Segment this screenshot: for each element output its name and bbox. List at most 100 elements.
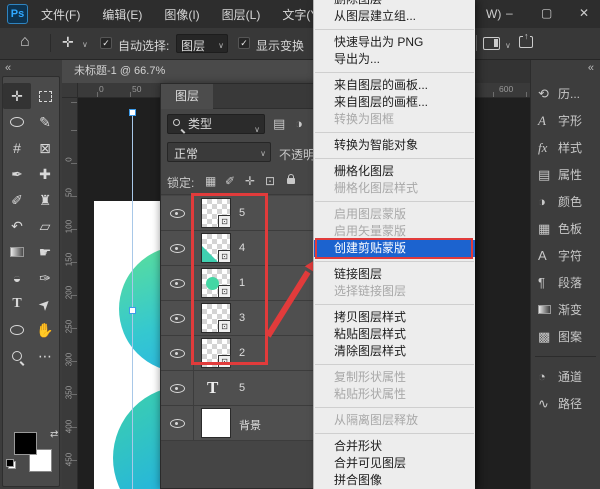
close-button[interactable]: ✕	[579, 6, 589, 20]
move-tool-icon[interactable]: ✛	[62, 34, 74, 51]
dock-panel-properties[interactable]: ▤属性	[531, 161, 600, 188]
auto-select-target-dropdown[interactable]: 图层∨	[176, 34, 228, 53]
filter-pixel-layers-icon[interactable]: ▤	[273, 116, 285, 132]
context-menu-item-23[interactable]: 粘贴图层样式	[314, 326, 475, 343]
visibility-eye-icon[interactable]	[170, 314, 185, 323]
type-tool[interactable]: T	[3, 291, 31, 317]
visibility-eye-icon[interactable]	[170, 244, 185, 253]
dock-panel-character[interactable]: A字符	[531, 242, 600, 269]
context-menu-item-33[interactable]: 拼合图像	[314, 472, 475, 489]
menu-separator	[315, 29, 474, 30]
visibility-eye-icon[interactable]	[170, 209, 185, 218]
eraser-tool[interactable]: ▱	[31, 213, 59, 239]
gradient-tool[interactable]	[3, 239, 31, 265]
edit-toolbar[interactable]: ⋯	[31, 343, 59, 369]
tab-layers[interactable]: 图层	[161, 84, 213, 109]
menu-window-partial[interactable]: W)	[486, 7, 501, 21]
path-select-tool[interactable]: ➤	[31, 291, 59, 317]
visibility-eye-icon[interactable]	[170, 349, 185, 358]
menubar-item-0[interactable]: 文件(F)	[30, 6, 91, 23]
visibility-eye-icon[interactable]	[170, 419, 185, 428]
menubar-item-3[interactable]: 图层(L)	[211, 6, 272, 23]
dock-panel-channels[interactable]: ◔通道	[531, 363, 600, 390]
foreground-color-swatch[interactable]	[14, 432, 37, 455]
smudge-tool[interactable]: ☛	[31, 239, 59, 265]
swap-colors-icon[interactable]: ⇄	[50, 429, 58, 440]
collapse-panel-icon[interactable]: «	[5, 62, 11, 74]
context-menu-item-6[interactable]: 来自图层的画板...	[314, 77, 475, 94]
auto-select-checkbox[interactable]: ✓	[100, 37, 112, 49]
context-menu-item-3[interactable]: 快速导出为 PNG	[314, 34, 475, 51]
context-menu-item-24[interactable]: 清除图层样式	[314, 343, 475, 360]
quick-select-tool[interactable]: ✎	[31, 109, 59, 135]
lock-position-icon[interactable]: ✛	[245, 174, 255, 188]
share-icon[interactable]	[519, 36, 533, 48]
pen-tool[interactable]: ✑	[31, 265, 59, 291]
show-transform-checkbox[interactable]: ✓	[238, 37, 250, 49]
marquee-tool[interactable]	[31, 83, 59, 109]
hand-tool[interactable]: ✋	[31, 317, 59, 343]
shape-tool[interactable]	[3, 317, 31, 343]
filter-value: 类型	[188, 117, 212, 131]
blend-mode-dropdown[interactable]: 正常∨	[167, 142, 271, 162]
menubar-item-1[interactable]: 编辑(E)	[91, 6, 153, 23]
home-icon[interactable]: ⌂	[20, 33, 30, 51]
dock-panel-gradients[interactable]: 渐变	[531, 296, 600, 323]
dock-panel-glyphs[interactable]: A字形	[531, 107, 600, 134]
lock-paint-icon[interactable]: ✐	[225, 174, 235, 188]
transform-handle-top[interactable]	[129, 109, 136, 116]
context-menu-item-31[interactable]: 合并形状	[314, 438, 475, 455]
frame-tool[interactable]: ⊠	[31, 135, 59, 161]
workspace-icon[interactable]	[483, 37, 500, 50]
photoshop-logo: Ps	[7, 4, 28, 24]
crop-tool[interactable]: #	[3, 135, 31, 161]
chevron-down-icon[interactable]: ∨	[505, 41, 511, 50]
transform-handle-middle[interactable]	[129, 307, 136, 314]
lasso-tool[interactable]	[3, 109, 31, 135]
collapse-panel-icon[interactable]: «	[588, 62, 594, 74]
dock-panel-patterns[interactable]: ▩图案	[531, 323, 600, 350]
brush-tool[interactable]: ✐	[3, 187, 31, 213]
dock-panel-history[interactable]: ⟲历...	[531, 80, 600, 107]
dock-panel-label: 色板	[558, 220, 582, 237]
context-menu-item-7[interactable]: 来自图层的画框...	[314, 94, 475, 111]
dock-panel-swatches[interactable]: ▦色板	[531, 215, 600, 242]
layer-thumbnail[interactable]	[201, 408, 231, 438]
context-menu-item-4[interactable]: 导出为...	[314, 51, 475, 68]
context-menu-item-10[interactable]: 转换为智能对象	[314, 137, 475, 154]
healing-brush-tool[interactable]: ✚	[31, 161, 59, 187]
move-tool[interactable]: ✛	[3, 83, 31, 109]
visibility-eye-icon[interactable]	[170, 279, 185, 288]
chevron-down-icon[interactable]: ∨	[82, 40, 88, 49]
dock-panel-color[interactable]: ◑颜色	[531, 188, 600, 215]
maximize-button[interactable]: ▢	[541, 6, 552, 20]
eyedropper-tool[interactable]: ✒	[3, 161, 31, 187]
context-menu-item-17[interactable]: 创建剪贴蒙版	[314, 240, 475, 257]
context-menu-item-0[interactable]: 删除图层	[314, 0, 475, 8]
default-colors-icon[interactable]	[6, 459, 16, 469]
gradients-icon	[538, 302, 558, 317]
lock-transparency-icon[interactable]: ▦	[205, 174, 216, 188]
dock-panel-paths[interactable]: ∿路径	[531, 390, 600, 417]
context-menu-item-19[interactable]: 链接图层	[314, 266, 475, 283]
history-brush-tool[interactable]: ↶	[3, 213, 31, 239]
dock-panel-styles[interactable]: fx样式	[531, 134, 600, 161]
zoom-tool[interactable]	[3, 343, 31, 369]
context-menu-item-12[interactable]: 栅格化图层	[314, 163, 475, 180]
filter-adjustment-layers-icon[interactable]: ◑	[295, 116, 303, 131]
document-tab[interactable]: 未标题-1 @ 66.7%	[62, 60, 322, 83]
clone-stamp-tool[interactable]: ♜	[31, 187, 59, 213]
context-menu-item-1[interactable]: 从图层建立组...	[314, 8, 475, 25]
lock-artboard-icon[interactable]: ⊡	[265, 174, 275, 188]
v-ruler-label: 50	[65, 185, 74, 201]
dock-panel-paragraph[interactable]: ¶段落	[531, 269, 600, 296]
lock-all-icon[interactable]	[287, 178, 295, 184]
context-menu-item-22[interactable]: 拷贝图层样式	[314, 309, 475, 326]
layers-filter-dropdown[interactable]: 类型∨	[167, 114, 265, 134]
dodge-tool[interactable]: ◒	[3, 265, 31, 291]
menubar-item-2[interactable]: 图像(I)	[153, 6, 210, 23]
minimize-button[interactable]: –	[506, 6, 513, 20]
text-layer-thumbnail[interactable]: T	[207, 378, 218, 398]
context-menu-item-32[interactable]: 合并可见图层	[314, 455, 475, 472]
visibility-eye-icon[interactable]	[170, 384, 185, 393]
